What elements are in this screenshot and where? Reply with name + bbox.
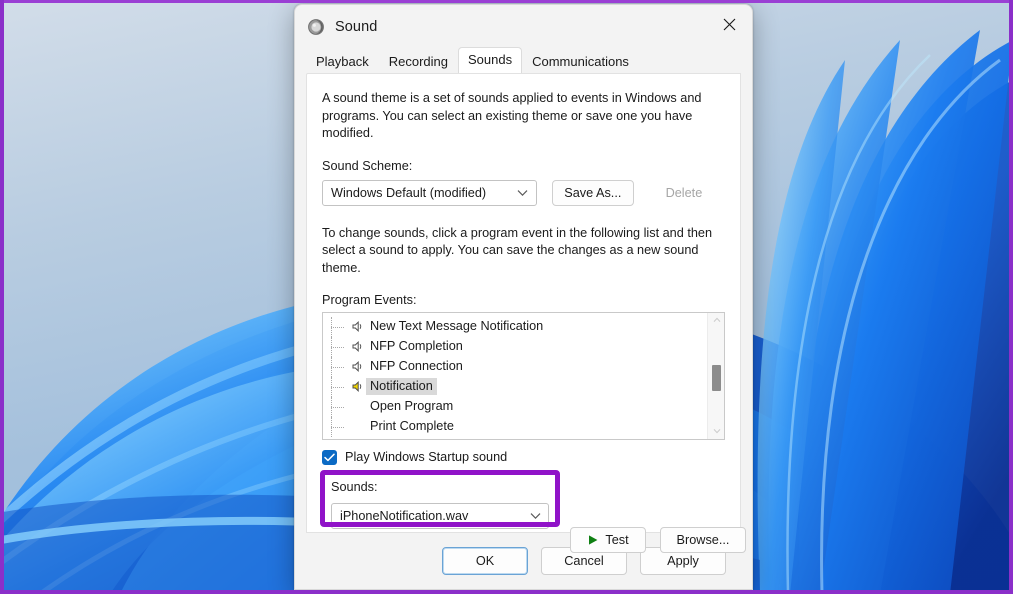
sounds-label: Sounds: <box>331 480 378 494</box>
scroll-up-icon[interactable] <box>708 313 724 328</box>
list-item-label: New Text Message Notification <box>370 319 544 334</box>
sounds-tab-panel: A sound theme is a set of sounds applied… <box>306 73 746 553</box>
list-item-selected[interactable]: Notification <box>323 376 707 397</box>
program-events-items: New Text Message Notification NFP Comple… <box>323 313 707 439</box>
browse-button[interactable]: Browse... <box>660 527 746 553</box>
desktop-background: Sound Playback Recording Sounds Communic… <box>0 0 1013 594</box>
annotation-border-bottom <box>0 590 1013 594</box>
tab-strip: Playback Recording Sounds Communications <box>295 47 752 74</box>
dialog-title: Sound <box>335 19 378 35</box>
sounds-field-group: Sounds: iPhoneNotification.wav <box>331 480 549 529</box>
startup-sound-checkbox-row[interactable]: Play Windows Startup sound <box>322 449 725 465</box>
delete-button: Delete <box>665 185 703 200</box>
list-item-label: NFP Connection <box>370 359 463 374</box>
sound-scheme-label: Sound Scheme: <box>322 158 413 173</box>
list-item[interactable]: New Text Message Notification <box>323 316 707 337</box>
list-item-label: Open Program <box>370 399 454 414</box>
scroll-down-icon[interactable] <box>708 424 724 439</box>
tree-guide-icon <box>331 396 349 417</box>
save-as-button[interactable]: Save As... <box>551 179 634 206</box>
scrollbar-thumb[interactable] <box>712 364 721 391</box>
speaker-icon <box>349 340 366 353</box>
sound-scheme-dropdown[interactable]: Windows Default (modified) <box>322 179 537 206</box>
speaker-icon-active <box>349 380 366 393</box>
list-item-label: Print Complete <box>370 419 454 434</box>
speaker-icon <box>349 360 366 373</box>
tab-recording[interactable]: Recording <box>379 50 458 74</box>
annotation-border-left <box>0 0 4 594</box>
speaker-icon <box>349 320 366 333</box>
tab-sounds[interactable]: Sounds <box>458 47 523 73</box>
chevron-down-icon <box>516 186 530 200</box>
list-item[interactable]: NFP Connection <box>323 356 707 377</box>
test-button[interactable]: Test <box>570 527 646 553</box>
program-events-listbox[interactable]: New Text Message Notification NFP Comple… <box>322 311 725 440</box>
program-events-label: Program Events: <box>322 292 417 307</box>
tree-guide-icon <box>331 356 349 377</box>
annotation-border-right <box>1009 0 1013 594</box>
tree-guide-icon <box>331 336 349 357</box>
list-item-label: Notification <box>366 378 437 396</box>
sound-speaker-icon <box>307 18 325 36</box>
tree-guide-icon <box>331 316 349 337</box>
list-scrollbar[interactable] <box>707 312 724 439</box>
chevron-down-icon <box>528 509 542 523</box>
sounds-selected-value: iPhoneNotification.wav <box>340 509 469 523</box>
theme-description-text: A sound theme is a set of sounds applied… <box>322 91 702 141</box>
sound-scheme-value: Windows Default (modified) <box>331 185 487 200</box>
tree-guide-icon <box>331 376 349 397</box>
play-icon <box>587 534 599 546</box>
change-sounds-description-text: To change sounds, click a program event … <box>322 225 713 275</box>
list-item[interactable]: Print Complete <box>323 416 707 437</box>
dialog-titlebar: Sound <box>295 5 752 49</box>
sounds-dropdown[interactable]: iPhoneNotification.wav <box>331 503 549 529</box>
tree-guide-icon <box>331 416 349 437</box>
tab-communications[interactable]: Communications <box>522 50 639 74</box>
test-button-label: Test <box>605 533 629 547</box>
list-item-label: NFP Completion <box>370 339 463 354</box>
annotation-border-top <box>0 0 1013 3</box>
startup-sound-label: Play Windows Startup sound <box>345 450 508 465</box>
list-item[interactable]: NFP Completion <box>323 336 707 357</box>
checkbox-checked-icon[interactable] <box>322 449 337 465</box>
list-item[interactable]: Open Program <box>323 396 707 417</box>
tab-playback[interactable]: Playback <box>306 50 379 74</box>
ok-button[interactable]: OK <box>442 547 528 575</box>
close-icon[interactable] <box>706 5 752 43</box>
sound-dialog-window: Sound Playback Recording Sounds Communic… <box>294 4 753 590</box>
